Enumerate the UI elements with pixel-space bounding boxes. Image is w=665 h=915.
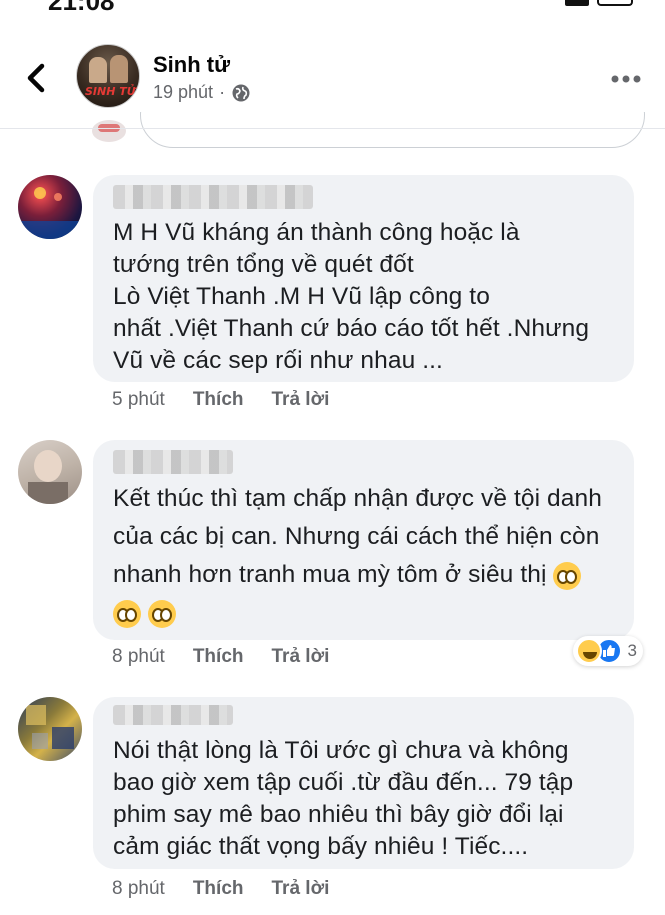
reply-button[interactable]: Trả lời xyxy=(272,389,330,411)
haha-reaction-icon xyxy=(575,638,602,664)
pleading-face-emoji xyxy=(147,599,176,628)
comment-actions: 8 phút Thích Trả lời xyxy=(112,646,329,668)
like-button[interactable]: Thích xyxy=(193,389,244,411)
divider xyxy=(0,128,665,129)
reply-button[interactable]: Trả lời xyxy=(272,646,330,668)
like-button[interactable]: Thích xyxy=(193,646,244,668)
comment-text: Nói thật lòng là Tôi ước gì chưa và khôn… xyxy=(113,737,574,860)
comment-time: 8 phút xyxy=(112,646,165,667)
page-name[interactable]: Sinh tử xyxy=(153,52,230,78)
previous-comment-bubble[interactable] xyxy=(140,112,645,148)
comment-text: Kết thúc thì tạm chấp nhận được về tội d… xyxy=(113,480,602,632)
pleading-face-emoji xyxy=(553,561,582,590)
status-time: 21:08 xyxy=(48,0,115,14)
comment-text: M H Vũ kháng án thành công hoặc là tướng… xyxy=(113,219,590,374)
page-avatar[interactable]: SINH TỬ xyxy=(76,44,140,108)
more-options-icon[interactable] xyxy=(610,74,642,84)
comment-bubble[interactable]: Kết thúc thì tạm chấp nhận được về tội d… xyxy=(93,440,634,640)
comment-reactions[interactable]: 3 xyxy=(572,636,643,666)
commenter-name-blurred[interactable] xyxy=(113,705,233,725)
globe-icon xyxy=(232,84,250,101)
commenter-avatar[interactable] xyxy=(18,440,82,504)
signal-icon xyxy=(565,0,589,6)
meta-separator: · xyxy=(219,82,226,102)
comment-time: 8 phút xyxy=(112,878,165,899)
comment-time: 5 phút xyxy=(112,389,165,410)
pleading-face-emoji xyxy=(113,599,141,628)
like-button[interactable]: Thích xyxy=(193,878,244,900)
reply-button[interactable]: Trả lời xyxy=(272,878,330,900)
comment-bubble[interactable]: M H Vũ kháng án thành công hoặc là tướng… xyxy=(93,175,634,382)
comment-actions: 5 phút Thích Trả lời xyxy=(112,389,329,411)
previous-comment-avatar xyxy=(92,120,126,142)
page-avatar-logo: SINH TỬ xyxy=(85,85,136,98)
comment-actions: 8 phút Thích Trả lời xyxy=(112,878,329,900)
post-meta: 19 phút · xyxy=(153,82,251,103)
battery-icon xyxy=(597,0,633,6)
commenter-name-blurred[interactable] xyxy=(113,185,313,209)
back-arrow-icon[interactable] xyxy=(22,62,52,94)
previous-comment xyxy=(0,112,665,152)
commenter-name-blurred[interactable] xyxy=(113,450,233,474)
reaction-count: 3 xyxy=(627,641,637,660)
commenter-avatar[interactable] xyxy=(18,175,82,239)
comment-bubble[interactable]: Nói thật lòng là Tôi ước gì chưa và khôn… xyxy=(93,697,634,869)
post-time: 19 phút xyxy=(153,82,214,102)
commenter-avatar[interactable] xyxy=(18,697,82,761)
status-bar: 21:08 xyxy=(0,0,665,14)
